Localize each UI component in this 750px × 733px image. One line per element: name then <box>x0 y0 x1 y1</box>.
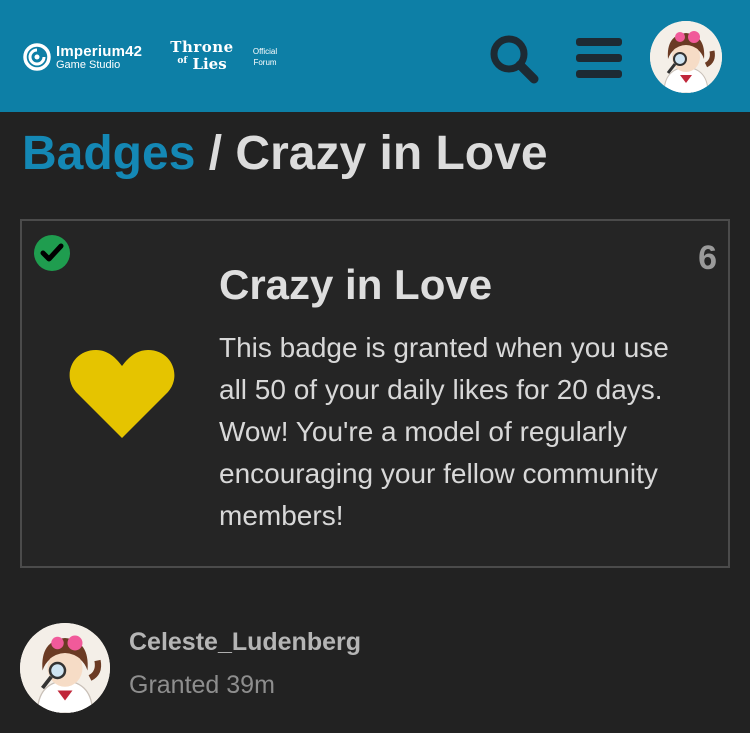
breadcrumb-separator: / <box>208 127 223 180</box>
badge-card: 6 Crazy in Love This badge is granted wh… <box>20 219 730 568</box>
forum-tag-line1: Official <box>252 47 278 56</box>
search-button[interactable] <box>488 33 540 85</box>
brand-name: Imperium42 <box>56 42 143 60</box>
site-header: Imperium42 Game Studio Throne of Lies Of… <box>0 0 750 112</box>
granted-username[interactable]: Celeste_Ludenberg <box>129 626 361 658</box>
page-title: Crazy in Love <box>235 127 548 180</box>
badge-description: This badge is granted when you use all 5… <box>219 332 669 531</box>
game-title-line1: Throne <box>170 38 234 56</box>
breadcrumb-badges-link[interactable]: Badges <box>22 127 195 180</box>
throne-of-lies-logo[interactable]: Throne of Lies <box>165 40 239 72</box>
hamburger-menu-icon <box>576 38 622 78</box>
avatar-icon <box>650 21 722 93</box>
badge-title: Crazy in Love <box>219 261 493 308</box>
granted-time: Granted 39m <box>129 671 275 699</box>
current-user-avatar[interactable] <box>650 21 722 93</box>
avatar-icon <box>20 623 110 713</box>
heart-icon <box>69 350 175 438</box>
breadcrumb: Badges / Crazy in Love <box>22 124 548 184</box>
swirl-logo-icon <box>23 43 51 71</box>
brand-subtitle: Game Studio <box>56 58 121 71</box>
imperium42-logo[interactable]: Imperium42 Game Studio <box>22 40 142 74</box>
game-title-line2: Lies <box>192 55 227 73</box>
hamburger-menu-button[interactable] <box>574 36 624 80</box>
forum-tag-line2: Forum <box>253 58 277 67</box>
badge-grant-count: 6 <box>698 239 717 277</box>
game-title-of: of <box>177 56 188 66</box>
granted-user-avatar[interactable] <box>20 623 110 713</box>
check-circle-icon <box>34 235 70 271</box>
search-icon <box>490 35 539 84</box>
official-forum-tag: Official Forum <box>249 46 281 68</box>
